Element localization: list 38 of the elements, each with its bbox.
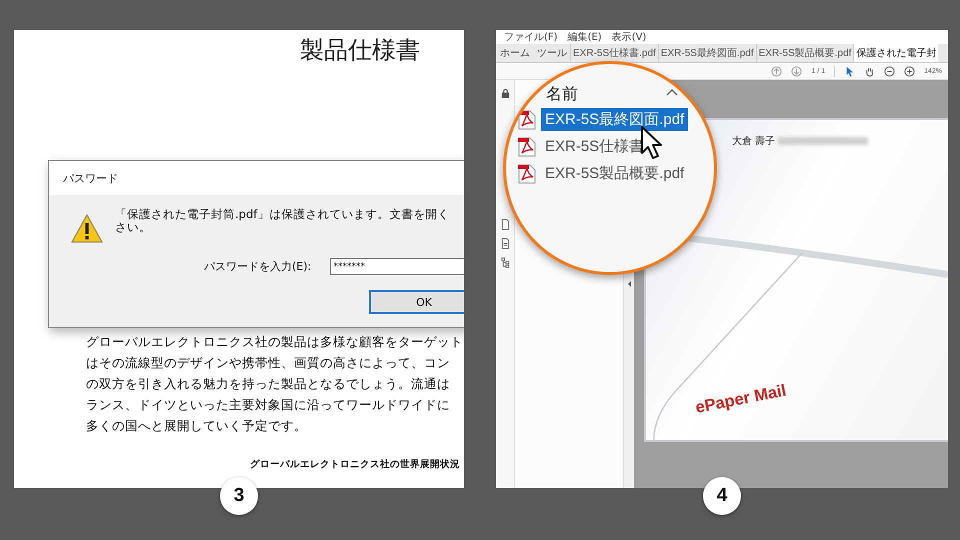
- body-paragraph: グローバルエレクトロニクス社の製品は多様な顧客をターゲット はその流線型のデザインや携帯性、画質の高さによって、コン の双方を引き入れる魅力を持った製品となるでしょう。流通は ランス、ドイツといった主要対象国に沿ってワールドワイドに 多くの国へと展開していく予定です。: [86, 333, 464, 435]
- nav-tab[interactable]: ホーム: [496, 44, 533, 62]
- zoom-out-icon[interactable]: [884, 66, 896, 76]
- hand-icon[interactable]: [864, 66, 876, 76]
- document-title: 製品仕様書: [299, 35, 421, 66]
- tree-icon[interactable]: [500, 256, 510, 268]
- warning-icon: [71, 214, 103, 244]
- nav-tab[interactable]: ツール: [533, 44, 570, 62]
- step-number: 3: [220, 477, 258, 515]
- pdf-file-icon: [518, 164, 536, 184]
- brand-logo: ePaper Mail: [694, 380, 788, 417]
- figure-caption: グローバルエレクトロニクス社の世界展開状況: [250, 458, 461, 471]
- pdf-file-icon: [518, 136, 536, 156]
- up-arrow-icon[interactable]: [771, 66, 782, 76]
- zoom-in-icon[interactable]: [904, 66, 916, 76]
- document-tab[interactable]: 保護された電子封: [853, 44, 938, 62]
- password-label: パスワードを入力(E):: [204, 259, 312, 274]
- pdf-file-icon: [518, 110, 536, 130]
- collapse-arrow-icon[interactable]: [628, 280, 630, 287]
- column-header[interactable]: 名前: [546, 84, 578, 104]
- step-number: 4: [703, 477, 741, 515]
- recipient-name: 大倉 壽子: [732, 134, 776, 148]
- attachment-file[interactable]: EXR-5S最終図面.pdf: [541, 108, 688, 131]
- lock-icon[interactable]: [500, 88, 510, 99]
- menu-item[interactable]: 表示(V): [612, 30, 646, 44]
- dialog-title: パスワード: [49, 161, 464, 195]
- pointer-icon[interactable]: [844, 66, 856, 76]
- down-arrow-icon[interactable]: [791, 66, 802, 76]
- ok-button[interactable]: OK: [369, 290, 464, 314]
- document-tab[interactable]: EXR-5S最終図面.pdf: [658, 44, 756, 62]
- page-icon[interactable]: [500, 218, 510, 230]
- menu-item[interactable]: ファイル(F): [504, 30, 558, 44]
- caret-icon[interactable]: [666, 88, 678, 96]
- menu-item[interactable]: 編集(E): [568, 30, 602, 44]
- dialog-message: 「保護された電子封筒.pdf」は保護されています。文書を開く さい。: [115, 208, 450, 234]
- password-field[interactable]: *******: [330, 258, 464, 275]
- attachment-file[interactable]: EXR-5S製品概要.pdf: [541, 162, 688, 185]
- document-icon[interactable]: [500, 238, 510, 249]
